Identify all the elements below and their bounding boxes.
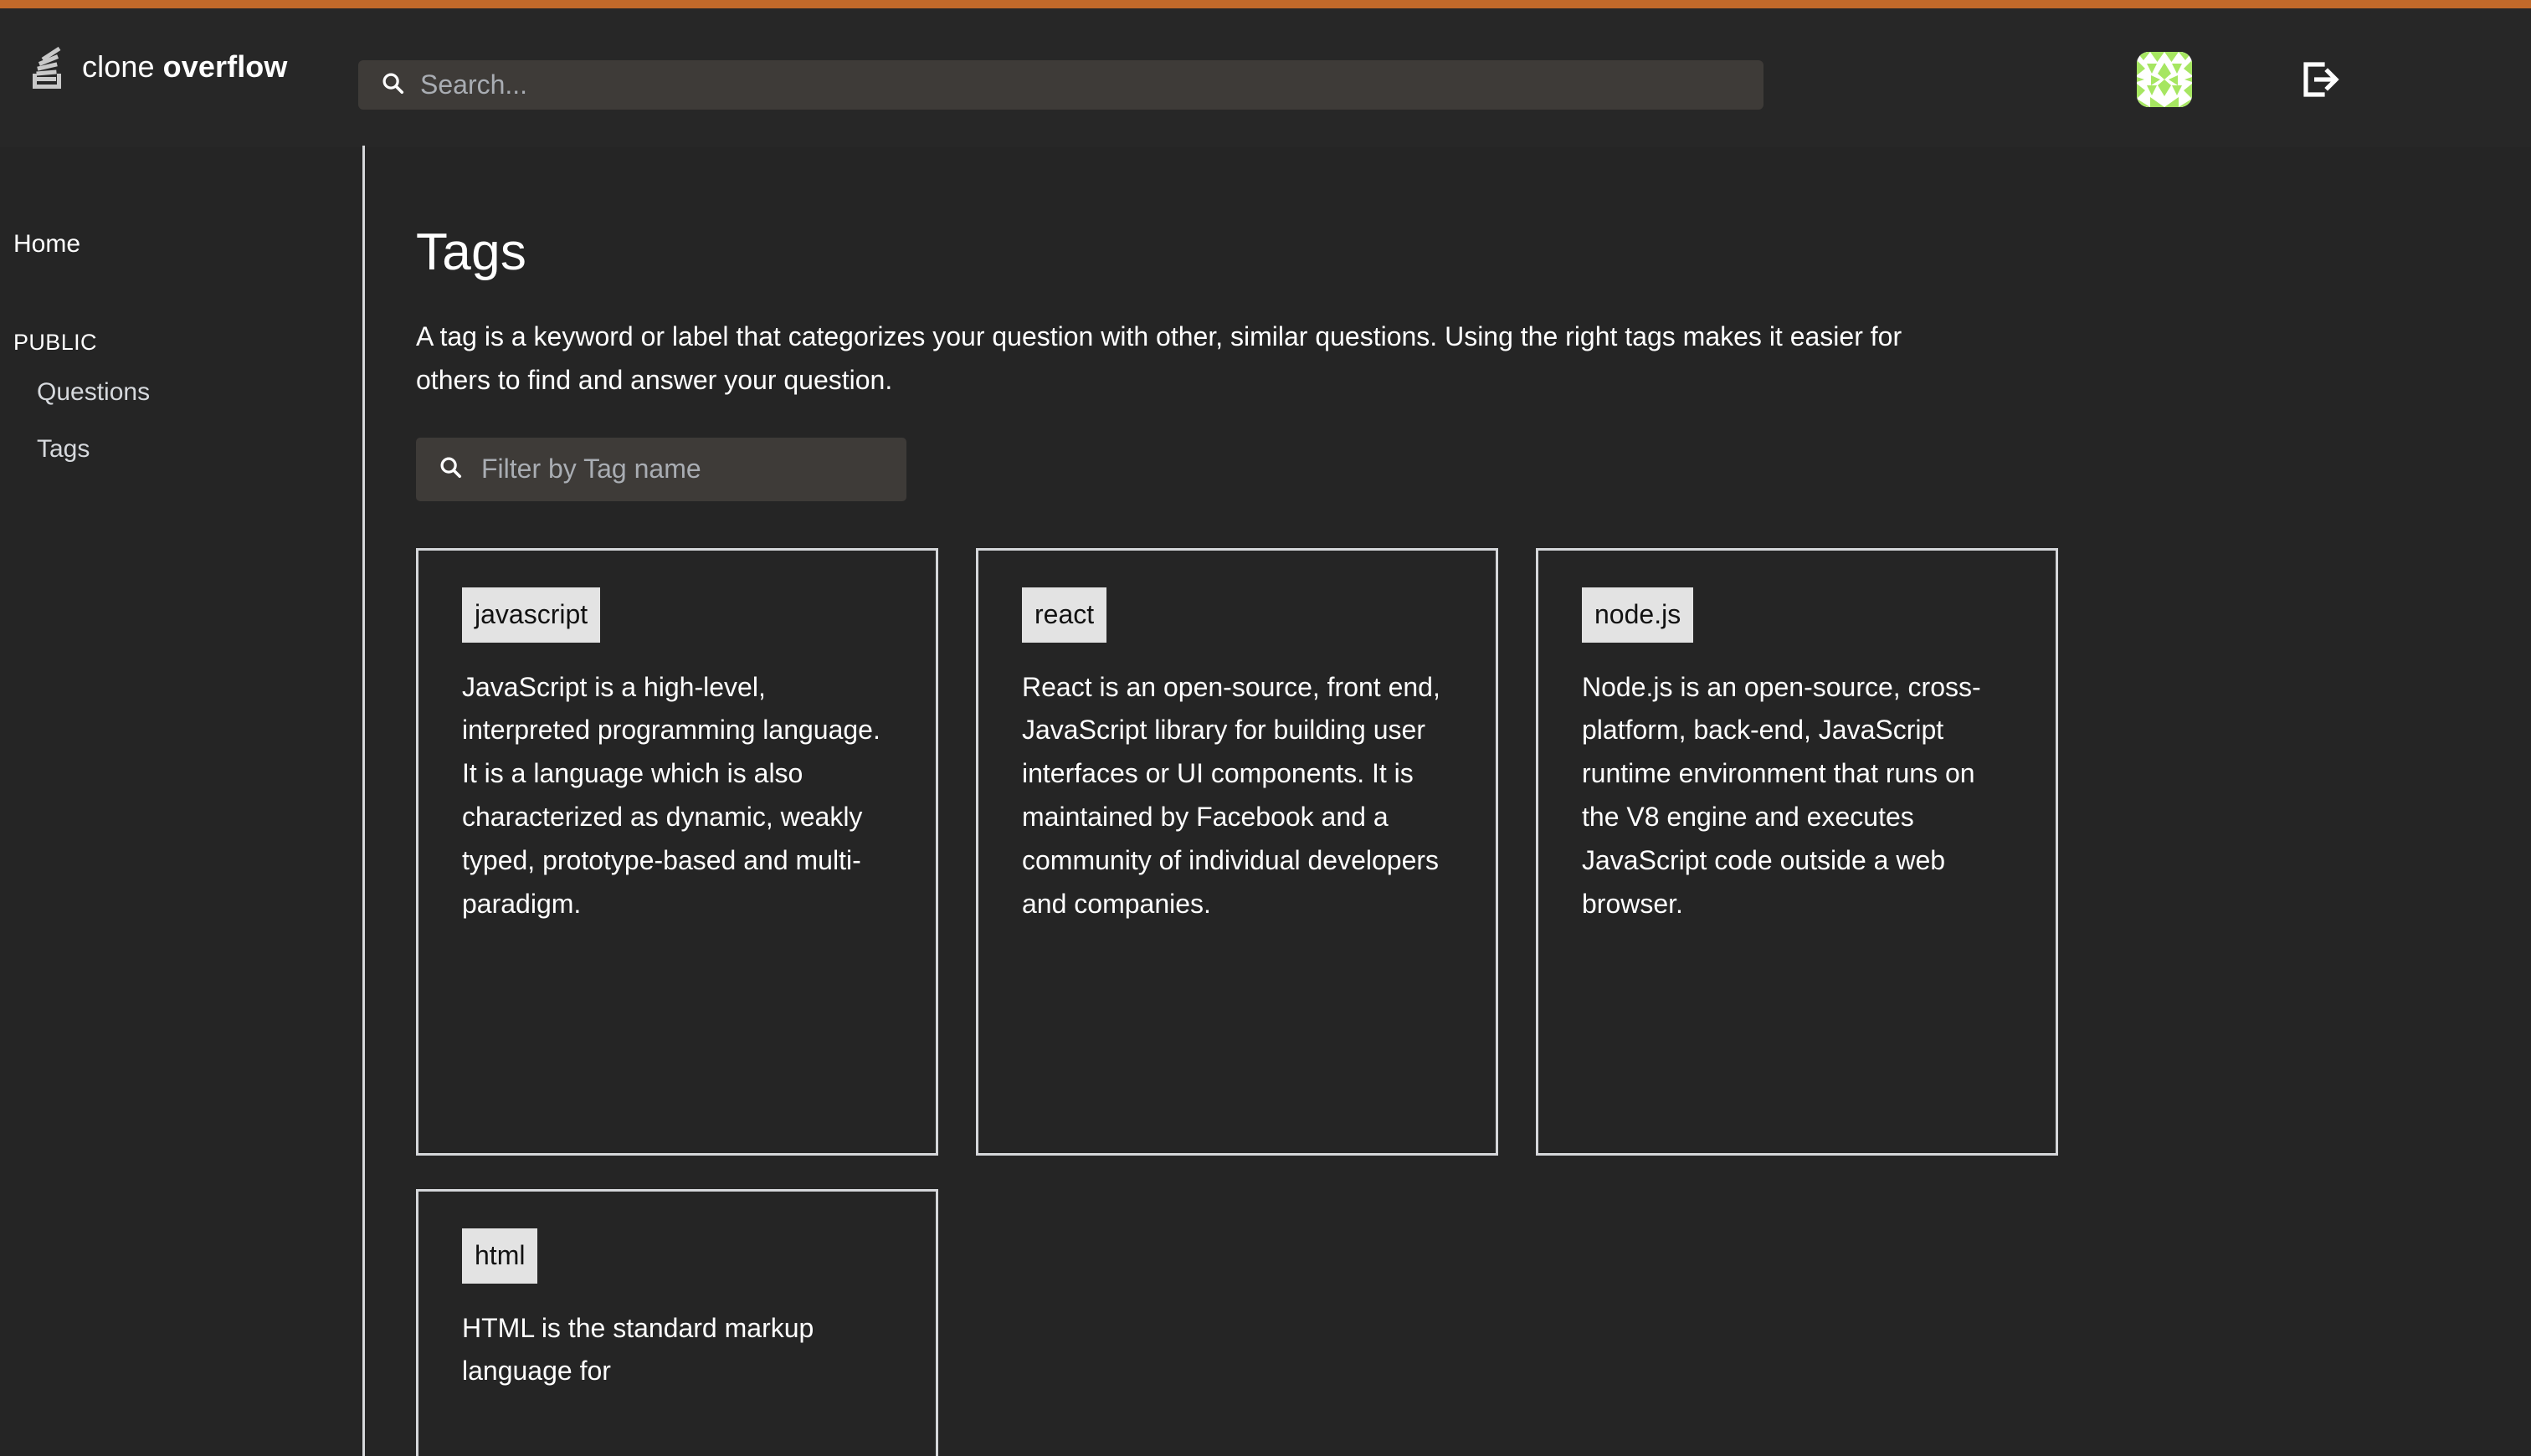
search-icon (380, 70, 405, 100)
sidebar: Home PUBLIC Questions Tags (0, 147, 363, 1456)
brand-text-light: clone (82, 49, 163, 84)
logout-icon (2296, 56, 2343, 105)
tag-card[interactable]: javascript JavaScript is a high-level, i… (416, 547, 938, 1156)
sidebar-item-questions[interactable]: Questions (0, 372, 363, 413)
user-identicon-avatar (2137, 52, 2192, 107)
tag-grid: javascript JavaScript is a high-level, i… (416, 547, 2058, 1456)
main-content: Tags A tag is a keyword or label that ca… (365, 147, 2531, 1456)
tag-description: HTML is the standard markup language for (462, 1312, 814, 1387)
search-icon (438, 454, 463, 484)
logout-button[interactable] (2287, 50, 2351, 110)
tag-card[interactable]: react React is an open-source, front end… (976, 547, 1498, 1156)
tag-chip[interactable]: javascript (462, 587, 601, 643)
top-accent-bar (0, 0, 2531, 8)
tag-card[interactable]: node.js Node.js is an open-source, cross… (1536, 547, 2058, 1156)
tag-chip[interactable]: react (1022, 587, 1107, 643)
tag-filter-input[interactable] (481, 437, 906, 501)
sidebar-item-home[interactable]: Home (0, 224, 363, 264)
brand-logo-link[interactable]: clone overflow (30, 44, 288, 90)
page-title: Tags (416, 223, 527, 281)
brand-text: clone overflow (82, 49, 288, 85)
sidebar-section-public: PUBLIC (13, 330, 97, 355)
avatar[interactable] (2137, 52, 2192, 107)
search-input[interactable] (420, 60, 1763, 110)
site-header: clone overflow (0, 8, 2531, 147)
tag-chip[interactable]: html (462, 1228, 538, 1284)
tag-description: React is an open-source, front end, Java… (1022, 671, 1440, 919)
brand-text-bold: overflow (162, 49, 288, 84)
sidebar-item-tags[interactable]: Tags (0, 429, 363, 469)
page-description: A tag is a keyword or label that categor… (416, 321, 1902, 395)
tag-description: JavaScript is a high-level, interpreted … (462, 671, 880, 919)
tag-chip[interactable]: node.js (1582, 587, 1694, 643)
tag-filter-box[interactable] (416, 437, 906, 501)
tag-card[interactable]: html HTML is the standard markup languag… (416, 1188, 938, 1456)
tag-description: Node.js is an open-source, cross-platfor… (1582, 671, 1981, 919)
stack-logo-icon (30, 44, 67, 90)
global-search-box[interactable] (358, 60, 1763, 110)
